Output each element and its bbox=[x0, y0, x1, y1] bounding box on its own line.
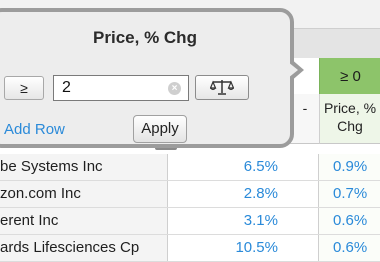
table-row[interactable]: erent Inc 3.1% 0.6% bbox=[0, 208, 380, 235]
company-name: zon.com Inc bbox=[0, 181, 168, 207]
balance-scale-icon bbox=[209, 80, 235, 95]
filter-popup: Price, % Chg ≥ × Add Row Apply bbox=[0, 8, 294, 148]
filter-badge[interactable]: ≥ 0 bbox=[319, 58, 380, 94]
value-cell: 3.1% bbox=[167, 208, 319, 234]
apply-button[interactable]: Apply bbox=[133, 115, 187, 143]
value-cell: 6.5% bbox=[167, 154, 319, 180]
table-row[interactable]: be Systems Inc 6.5% 0.9% bbox=[0, 154, 380, 181]
operator-button[interactable]: ≥ bbox=[4, 76, 44, 100]
column-header-partial-text: - bbox=[302, 100, 308, 116]
price-chg-cell: 0.9% bbox=[319, 154, 380, 180]
value-cell: 2.8% bbox=[167, 181, 319, 207]
price-chg-cell: 0.6% bbox=[319, 235, 380, 261]
value-cell: 10.5% bbox=[167, 235, 319, 261]
add-row-link[interactable]: Add Row bbox=[4, 121, 65, 138]
table-row[interactable]: zon.com Inc 2.8% 0.7% bbox=[0, 181, 380, 208]
clear-input-icon[interactable]: × bbox=[168, 82, 181, 95]
popup-pointer-fill bbox=[288, 62, 298, 78]
company-name: erent Inc bbox=[0, 208, 168, 234]
popup-title: Price, % Chg bbox=[93, 28, 197, 47]
company-name: ards Lifesciences Cp bbox=[0, 235, 168, 261]
price-chg-cell: 0.7% bbox=[319, 181, 380, 207]
table-row[interactable]: ards Lifesciences Cp 10.5% 0.6% bbox=[0, 235, 380, 262]
compare-scale-button[interactable] bbox=[195, 75, 249, 100]
column-header-price-line1: Price, % bbox=[323, 100, 377, 116]
company-name: be Systems Inc bbox=[0, 154, 168, 180]
price-chg-cell: 0.6% bbox=[319, 208, 380, 234]
column-header-price-line2: Chg bbox=[337, 118, 363, 134]
column-header-price-chg[interactable]: Price, % Chg bbox=[319, 94, 380, 144]
column-header-partial[interactable]: - bbox=[290, 94, 319, 144]
